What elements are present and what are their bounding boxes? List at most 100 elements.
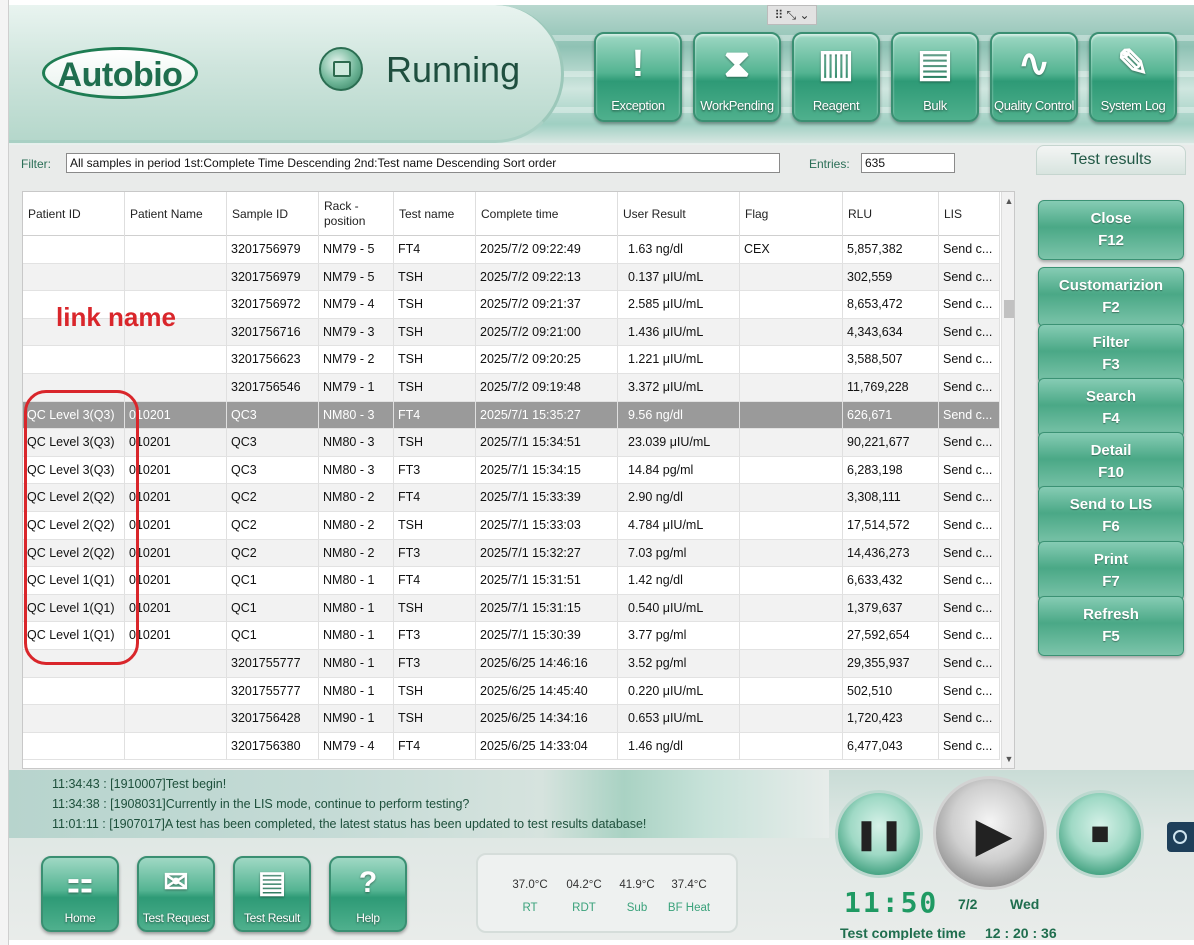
table-cell: 7.03 pg/ml bbox=[618, 539, 740, 567]
nav-button-bulk[interactable]: ▤ Bulk bbox=[891, 32, 979, 122]
table-row[interactable]: 3201756979 NM79 - 5 FT4 2025/7/2 09:22:49 1.… bbox=[23, 236, 1000, 264]
table-cell bbox=[740, 594, 843, 622]
table-vertical-scrollbar[interactable]: ▲ ▼ bbox=[1001, 192, 1014, 768]
table-row[interactable]: QC Level 3(Q3) 010201 QC3 NM80 - 3 TSH 2025/7… bbox=[23, 429, 1000, 457]
table-cell: 2025/6/25 14:45:40 bbox=[476, 677, 618, 705]
table-row[interactable]: 3201755777 NM80 - 1 FT3 2025/6/25 14:46:16 3… bbox=[23, 650, 1000, 678]
side-button-detail[interactable]: Detail F10 bbox=[1038, 432, 1184, 492]
table-row[interactable]: QC Level 1(Q1) 010201 QC1 NM80 - 1 FT3 2025/7… bbox=[23, 622, 1000, 650]
side-button-print[interactable]: Print F7 bbox=[1038, 541, 1184, 601]
table-cell: TSH bbox=[394, 374, 476, 401]
scroll-up-arrow-icon[interactable]: ▲ bbox=[1002, 194, 1014, 208]
table-cell: 2025/7/1 15:34:15 bbox=[476, 456, 618, 484]
table-cell: 2025/7/2 09:22:49 bbox=[476, 236, 618, 263]
table-row[interactable]: QC Level 1(Q1) 010201 QC1 NM80 - 1 TSH 2025/7… bbox=[23, 594, 1000, 623]
column-header[interactable]: Complete time bbox=[476, 192, 618, 236]
table-cell: Send c... bbox=[939, 263, 1000, 291]
side-button-filter[interactable]: Filter F3 bbox=[1038, 324, 1184, 384]
column-header[interactable]: Flag bbox=[740, 192, 843, 236]
bottom-nav-home[interactable]: ⚏ Home bbox=[41, 856, 119, 932]
table-cell: Send c... bbox=[939, 236, 1000, 263]
side-button-close[interactable]: Close F12 bbox=[1038, 200, 1184, 260]
side-button-key: F5 bbox=[1102, 628, 1120, 645]
side-button-send-to-lis[interactable]: Send to LIS F6 bbox=[1038, 486, 1184, 546]
scroll-thumb[interactable] bbox=[1004, 300, 1014, 318]
nav-button-system-log[interactable]: ✎ System Log bbox=[1089, 32, 1177, 122]
table-cell: Send c... bbox=[939, 650, 1000, 677]
table-cell bbox=[740, 512, 843, 539]
table-row[interactable]: QC Level 3(Q3) 010201 QC3 NM80 - 3 FT3 2025/7… bbox=[23, 456, 1000, 485]
bottom-nav-test-request[interactable]: ✉ Test Request bbox=[137, 856, 215, 932]
side-button-customarizion[interactable]: Customarizion F2 bbox=[1038, 267, 1184, 327]
column-header[interactable]: Rack - position bbox=[319, 192, 394, 236]
bottom-panel: 11:34:43 : [1910007]Test begin! 11:34:38… bbox=[9, 770, 1194, 940]
side-button-refresh[interactable]: Refresh F5 bbox=[1038, 596, 1184, 656]
nav-button-exception[interactable]: ! Exception bbox=[594, 32, 682, 122]
column-header[interactable]: User Result bbox=[618, 192, 740, 236]
window-handle[interactable]: ⠿ ⤡ ⌄ bbox=[767, 5, 817, 25]
table-cell: 010201 bbox=[125, 484, 227, 512]
entries-field[interactable]: 635 bbox=[861, 153, 955, 173]
table-cell: TSH bbox=[394, 263, 476, 291]
table-cell bbox=[740, 346, 843, 374]
scroll-down-arrow-icon[interactable]: ▼ bbox=[1002, 752, 1014, 766]
table-cell: 3201756716 bbox=[227, 318, 319, 346]
table-cell: QC2 bbox=[227, 484, 319, 512]
column-header[interactable]: Test name bbox=[394, 192, 476, 236]
table-row[interactable]: QC Level 2(Q2) 010201 QC2 NM80 - 2 FT4 2025/7… bbox=[23, 484, 1000, 512]
side-button-search[interactable]: Search F4 bbox=[1038, 378, 1184, 438]
table-cell bbox=[125, 677, 227, 705]
table-row[interactable]: 3201756623 NM79 - 2 TSH 2025/7/2 09:20:25 1.… bbox=[23, 346, 1000, 374]
tab-test-results[interactable]: Test results bbox=[1036, 145, 1186, 175]
table-cell: 2025/7/1 15:35:27 bbox=[476, 401, 618, 429]
table-row[interactable]: 3201755777 NM80 - 1 TSH 2025/6/25 14:45:40 0… bbox=[23, 677, 1000, 706]
temperature-label: RT bbox=[522, 902, 538, 914]
column-header[interactable]: Patient Name bbox=[125, 192, 227, 236]
table-cell: FT3 bbox=[394, 456, 476, 484]
table-cell: 14,436,273 bbox=[843, 539, 939, 567]
table-cell: NM80 - 1 bbox=[319, 594, 394, 622]
table-row[interactable]: QC Level 3(Q3) 010201 QC3 NM80 - 3 FT4 2025/7… bbox=[23, 401, 1000, 430]
bottom-nav-label: Home bbox=[64, 911, 96, 925]
table-cell bbox=[740, 318, 843, 346]
nav-button-label: System Log bbox=[1100, 98, 1166, 113]
table-cell: FT3 bbox=[394, 539, 476, 567]
table-row[interactable]: 3201756380 NM79 - 4 FT4 2025/6/25 14:33:04 1… bbox=[23, 732, 1000, 761]
table-cell: QC1 bbox=[227, 567, 319, 595]
table-row[interactable]: 3201756546 NM79 - 1 TSH 2025/7/2 09:19:48 3.… bbox=[23, 374, 1000, 402]
table-cell: Send c... bbox=[939, 318, 1000, 346]
temperature-value: 37.0°C bbox=[512, 879, 548, 891]
start-button[interactable]: ▶ bbox=[933, 776, 1047, 890]
collapse-panel-button[interactable] bbox=[1167, 822, 1194, 852]
bottom-nav-help[interactable]: ? Help bbox=[329, 856, 407, 932]
filter-field[interactable]: All samples in period 1st:Complete Time … bbox=[66, 153, 780, 173]
bottom-nav-label: Test Request bbox=[142, 911, 210, 925]
log-document-icon: ✎ bbox=[1117, 43, 1149, 85]
column-header[interactable]: RLU bbox=[843, 192, 939, 236]
table-cell: QC3 bbox=[227, 456, 319, 484]
table-cell: 010201 bbox=[125, 594, 227, 622]
nav-button-reagent[interactable]: ▥ Reagent bbox=[792, 32, 880, 122]
stop-button[interactable]: ■ bbox=[1056, 790, 1144, 878]
column-header[interactable]: Patient ID bbox=[23, 192, 125, 236]
table-row[interactable]: 3201756979 NM79 - 5 TSH 2025/7/2 09:22:13 0.… bbox=[23, 263, 1000, 292]
pause-button[interactable]: ❚❚ bbox=[835, 790, 923, 878]
table-row[interactable]: QC Level 2(Q2) 010201 QC2 NM80 - 2 TSH 2025/7… bbox=[23, 512, 1000, 540]
pause-icon: ❚❚ bbox=[853, 818, 905, 851]
table-cell bbox=[23, 263, 125, 291]
table-row[interactable]: QC Level 2(Q2) 010201 QC2 NM80 - 2 FT3 2025/7… bbox=[23, 539, 1000, 568]
table-row[interactable]: QC Level 1(Q1) 010201 QC1 NM80 - 1 FT4 2025/7… bbox=[23, 567, 1000, 595]
table-cell: 2025/7/2 09:19:48 bbox=[476, 374, 618, 401]
nav-button-quality-control[interactable]: ∿ Quality Control bbox=[990, 32, 1078, 122]
column-header[interactable]: LIS bbox=[939, 192, 1000, 236]
table-cell: CEX bbox=[740, 236, 843, 263]
bottom-nav-test-result[interactable]: ▤ Test Result bbox=[233, 856, 311, 932]
column-header[interactable]: Sample ID bbox=[227, 192, 319, 236]
table-row[interactable]: 3201756428 NM90 - 1 TSH 2025/6/25 14:34:16 0… bbox=[23, 705, 1000, 733]
nav-button-workpending[interactable]: ⧗ WorkPending bbox=[693, 32, 781, 122]
background-window-strip bbox=[0, 0, 9, 945]
side-button-key: F3 bbox=[1102, 356, 1120, 373]
table-cell: 5,857,382 bbox=[843, 236, 939, 263]
side-button-label: Filter bbox=[1092, 334, 1130, 351]
table-cell: NM80 - 3 bbox=[319, 401, 394, 429]
